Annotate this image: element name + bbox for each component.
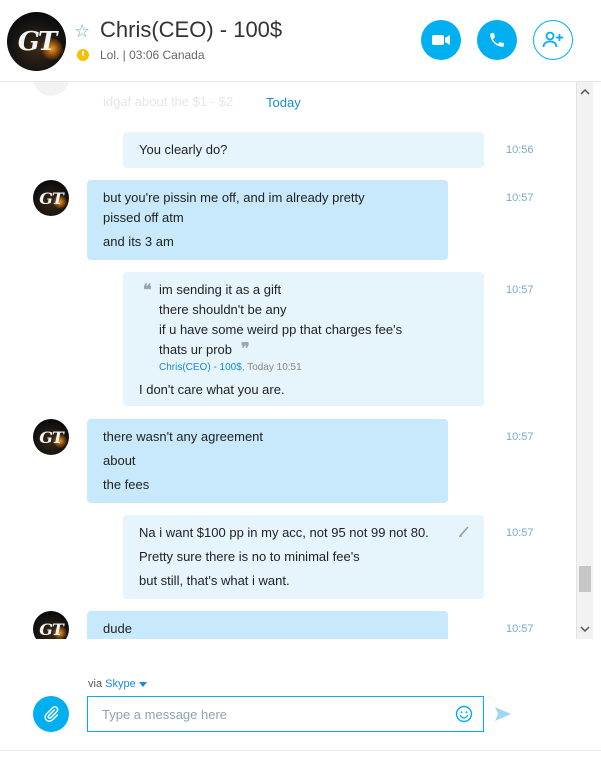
- contact-name[interactable]: Chris(CEO) - 100$: [100, 17, 282, 43]
- via-label: via: [88, 678, 103, 690]
- quoted-text: thats ur prob: [159, 342, 232, 357]
- scrolled-previous-message: idgaf about the $1 - $2 Today: [0, 82, 576, 110]
- add-person-icon: [542, 31, 563, 48]
- message-text: about: [103, 453, 136, 468]
- chat-scrollbar[interactable]: [576, 82, 593, 639]
- video-camera-icon: [432, 35, 450, 45]
- via-service-name[interactable]: Skype: [105, 678, 136, 690]
- phone-icon: [490, 33, 504, 47]
- add-people-button[interactable]: [533, 20, 573, 60]
- message-text: dude: [103, 621, 132, 636]
- message-timestamp: 10:57: [506, 284, 534, 296]
- message-text: pissed off atm: [103, 210, 184, 225]
- chevron-down-icon[interactable]: [138, 681, 147, 687]
- attach-button[interactable]: [33, 696, 69, 732]
- via-service-selector[interactable]: via Skype: [88, 678, 147, 690]
- sender-avatar[interactable]: GT: [33, 419, 69, 455]
- sender-avatar[interactable]: GT: [33, 611, 69, 639]
- quote-attribution: Chris(CEO) - 100$, Today 10:51: [159, 362, 302, 373]
- sender-avatar[interactable]: GT: [33, 180, 69, 216]
- message-timestamp: 10:57: [506, 623, 534, 635]
- outgoing-message-with-quote[interactable]: ❝ im sending it as a gift there shouldn'…: [123, 272, 484, 406]
- quote-author[interactable]: Chris(CEO) - 100$: [159, 362, 242, 373]
- quoted-text: im sending it as a gift: [159, 282, 282, 297]
- message-text: there wasn't any agreement: [103, 429, 264, 444]
- avatar-initials: GT: [39, 427, 64, 447]
- star-outline-icon[interactable]: ☆: [74, 21, 90, 42]
- message-text: the fees: [103, 477, 150, 492]
- quote-time: , Today 10:51: [241, 362, 302, 373]
- smiley-icon[interactable]: [455, 705, 473, 723]
- avatar-initials: GT: [39, 188, 64, 208]
- message-input[interactable]: [102, 705, 442, 723]
- message-timestamp: 10:56: [506, 144, 534, 156]
- quoted-text: if u have some weird pp that charges fee…: [159, 322, 403, 337]
- conversation-header: GT ☆ Chris(CEO) - 100$ Lol. | 03:06 Cana…: [0, 0, 601, 82]
- faded-avatar: [33, 82, 69, 96]
- message-history[interactable]: idgaf about the $1 - $2 Today You clearl…: [0, 82, 576, 639]
- scroll-down-arrow-icon[interactable]: [580, 624, 590, 634]
- outgoing-message[interactable]: You clearly do?: [123, 132, 484, 168]
- date-divider: Today: [266, 95, 301, 110]
- message-timestamp: 10:57: [506, 431, 534, 443]
- message-text: Na i want $100 pp in my acc, not 95 not …: [139, 525, 429, 540]
- incoming-message[interactable]: dude: [87, 611, 448, 639]
- close-quote-icon: ❞: [241, 339, 250, 358]
- message-text: I don't care what you are.: [139, 382, 285, 397]
- faded-message-text: idgaf about the $1 - $2: [103, 94, 234, 109]
- message-text: but still, that's what i want.: [139, 573, 290, 588]
- edited-pencil-icon: [459, 526, 469, 537]
- contact-mood-status: Lol. | 03:06 Canada: [100, 48, 205, 62]
- away-clock-icon: [77, 49, 89, 61]
- outgoing-message[interactable]: Na i want $100 pp in my acc, not 95 not …: [123, 515, 484, 599]
- avatar-initials: GT: [17, 26, 58, 57]
- skype-conversation-window: GT ☆ Chris(CEO) - 100$ Lol. | 03:06 Cana…: [0, 0, 601, 757]
- message-timestamp: 10:57: [506, 192, 534, 204]
- paperclip-icon: [44, 706, 59, 722]
- message-text: but you're pissin me off, and im already…: [103, 190, 365, 205]
- message-text: and its 3 am: [103, 234, 174, 249]
- scrollbar-thumb[interactable]: [579, 566, 591, 592]
- open-quote-icon: ❝: [143, 280, 152, 299]
- message-timestamp: 10:57: [506, 527, 534, 539]
- scroll-up-arrow-icon[interactable]: [580, 87, 590, 97]
- compose-area: via Skype: [0, 639, 601, 757]
- incoming-message[interactable]: there wasn't any agreement about the fee…: [87, 419, 448, 503]
- video-call-button[interactable]: [421, 20, 461, 60]
- message-text: Pretty sure there is no to minimal fee's: [139, 549, 360, 564]
- window-bottom-border: [0, 750, 601, 751]
- avatar-initials: GT: [39, 619, 64, 639]
- send-arrow-icon[interactable]: [494, 706, 512, 722]
- incoming-message[interactable]: but you're pissin me off, and im already…: [87, 180, 448, 260]
- audio-call-button[interactable]: [477, 20, 517, 60]
- contact-avatar[interactable]: GT: [7, 12, 66, 71]
- quoted-text: there shouldn't be any: [159, 302, 287, 317]
- message-input-box[interactable]: [87, 696, 484, 732]
- message-text: You clearly do?: [139, 142, 228, 157]
